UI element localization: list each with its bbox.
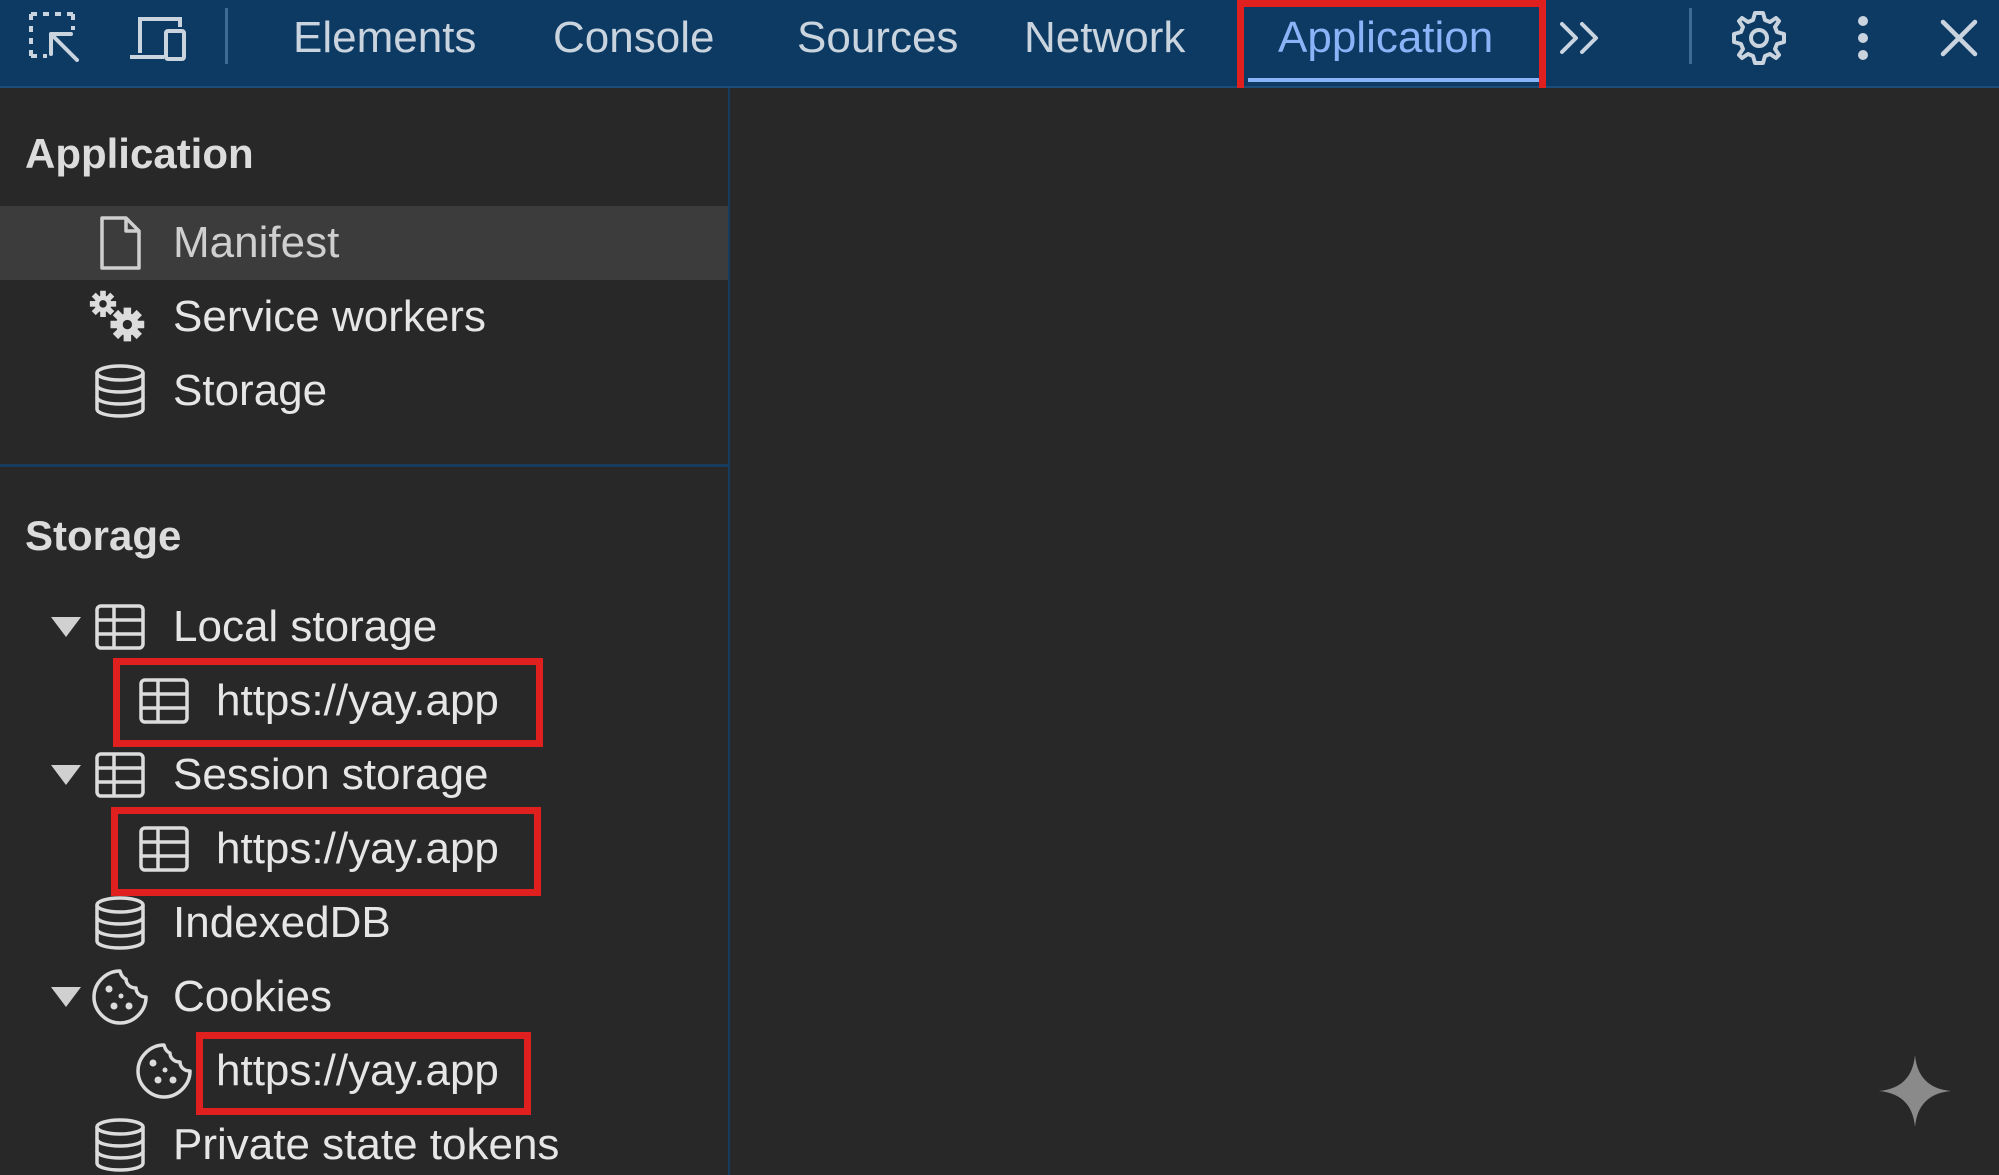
sidebar-item-label: https://yay.app [216,824,499,873]
table-icon [134,821,194,877]
sidebar-item-session-storage[interactable]: Session storage [0,738,728,812]
more-options-icon[interactable] [1840,0,1886,76]
document-icon [90,215,150,271]
close-icon[interactable] [1934,0,1984,76]
tab-console[interactable]: Console [553,0,714,76]
expand-caret-icon[interactable] [51,765,81,785]
database-icon [90,895,150,951]
more-tabs-icon[interactable] [1556,0,1606,76]
section-title-application: Application [25,130,254,177]
sidebar-item-label: Storage [173,366,328,415]
sparkle-icon [1877,1053,1953,1134]
cookie-icon [90,969,150,1025]
sidebar-item-label: https://yay.app [216,676,499,725]
expand-caret-icon[interactable] [51,987,81,1007]
gears-icon [88,289,148,345]
sidebar-item-private-state-tokens[interactable]: Private state tokens [0,1108,728,1175]
table-icon [90,599,150,655]
sidebar-item-label: Private state tokens [173,1120,560,1169]
tab-network[interactable]: Network [1024,0,1185,76]
sidebar-item-cookies-origin[interactable]: https://yay.app [0,1034,728,1108]
devtools-toolbar: Elements Console Sources Network Applica… [0,0,1999,96]
sidebar-item-session-storage-origin[interactable]: https://yay.app [0,812,728,886]
tab-elements[interactable]: Elements [293,0,476,76]
sidebar-item-service-workers[interactable]: Service workers [0,280,728,354]
devtools-window: Elements Console Sources Network Applica… [0,0,1999,1175]
sidebar-item-manifest[interactable]: Manifest [0,206,728,280]
table-icon [90,747,150,803]
tab-sources[interactable]: Sources [797,0,958,76]
sidebar-item-label: Local storage [173,602,438,651]
cookie-icon [134,1043,194,1099]
application-sidebar: Application Manifest Service workers Sto… [0,88,730,1175]
section-title-storage: Storage [25,512,182,559]
sidebar-item-label: Manifest [173,218,340,267]
sidebar-item-local-storage[interactable]: Local storage [0,590,728,664]
table-icon [134,673,194,729]
sidebar-item-label: Session storage [173,750,489,799]
sidebar-item-indexeddb[interactable]: IndexedDB [0,886,728,960]
toolbar-separator [225,8,228,64]
sidebar-item-label: IndexedDB [173,898,391,947]
sidebar-item-label: Service workers [173,292,486,341]
settings-icon[interactable] [1728,0,1790,76]
toolbar-separator [1689,8,1692,64]
sidebar-item-label: https://yay.app [216,1046,499,1095]
inspect-element-icon[interactable] [22,0,88,76]
database-icon [90,1117,150,1173]
sidebar-item-storage[interactable]: Storage [0,354,728,428]
section-divider [0,464,730,467]
active-tab-indicator [1248,78,1542,82]
device-toolbar-icon[interactable] [124,0,194,76]
main-content-pane [730,88,1999,1175]
database-icon [90,363,150,419]
expand-caret-icon[interactable] [51,617,81,637]
tab-application[interactable]: Application [1278,0,1493,76]
sidebar-item-local-storage-origin[interactable]: https://yay.app [0,664,728,738]
sidebar-item-label: Cookies [173,972,332,1021]
sidebar-item-cookies[interactable]: Cookies [0,960,728,1034]
